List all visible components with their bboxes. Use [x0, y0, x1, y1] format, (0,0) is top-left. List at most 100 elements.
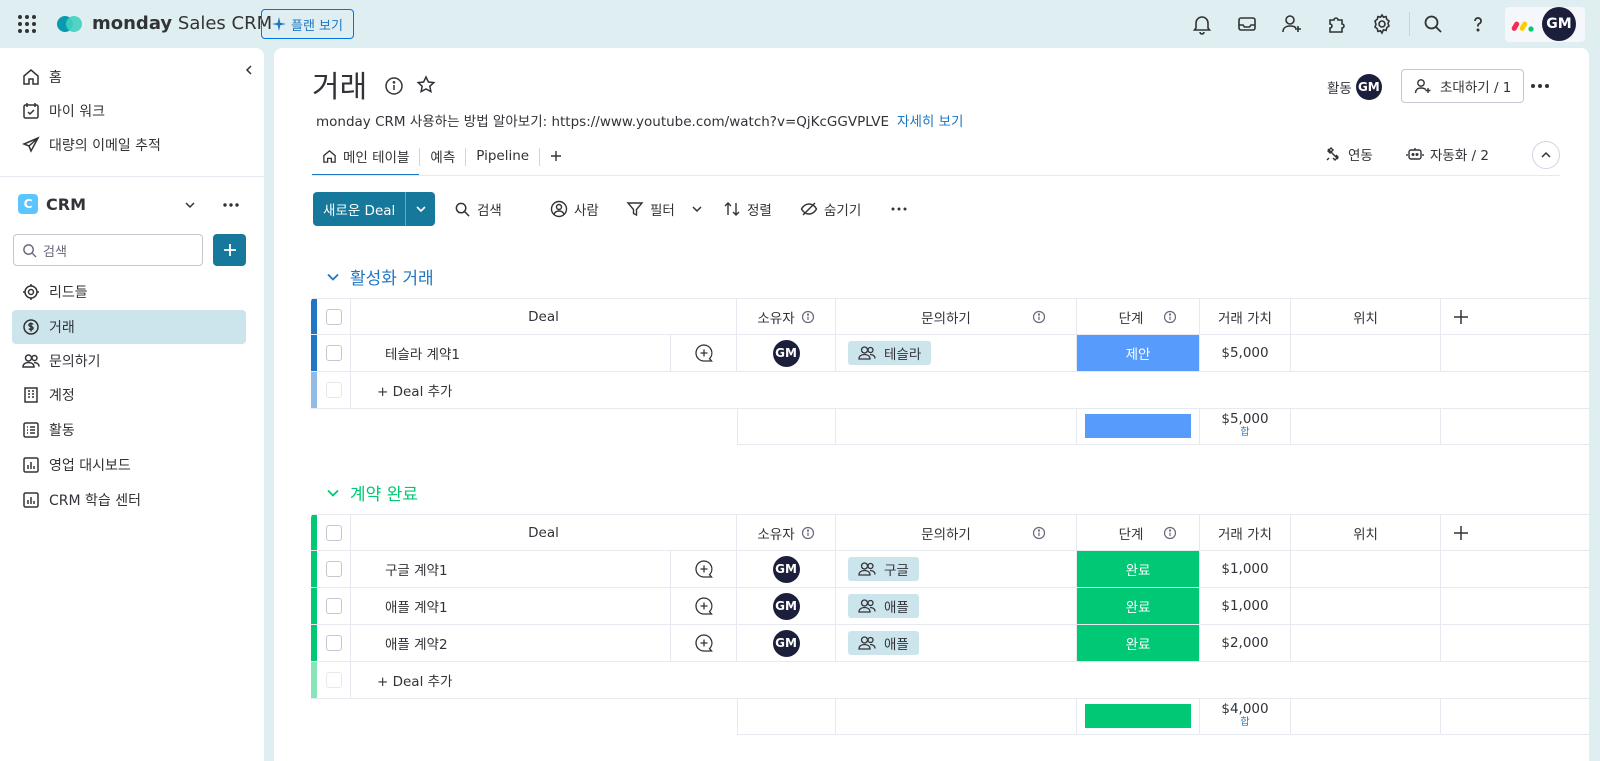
add-deal-row[interactable]: + Deal 추가 [311, 662, 1589, 699]
deal-name-cell[interactable]: 애플 계약1 [351, 588, 671, 624]
toolbar-sort-button[interactable]: 정렬 [723, 197, 772, 221]
add-update-button[interactable] [671, 588, 737, 624]
deal-name-cell[interactable]: 애플 계약2 [351, 625, 671, 661]
value-cell[interactable]: $1,000 [1200, 588, 1291, 624]
stage-cell[interactable]: 완료 [1077, 625, 1200, 661]
stage-cell[interactable]: 완료 [1077, 588, 1200, 624]
value-cell[interactable]: $1,000 [1200, 551, 1291, 587]
settings-gear-icon[interactable] [1370, 12, 1394, 36]
invite-members-icon[interactable] [1280, 12, 1304, 36]
sidebar-item-activities[interactable]: 활동 [12, 413, 246, 447]
column-header-location[interactable]: 위치 [1291, 515, 1441, 551]
sidebar-item-leads[interactable]: 리드들 [12, 275, 246, 309]
apps-puzzle-icon[interactable] [1325, 12, 1349, 36]
page-title[interactable]: 거래 [312, 62, 367, 106]
deal-name-cell[interactable]: 구글 계약1 [351, 551, 671, 587]
sidebar-item-my-work[interactable]: 마이 워크 [12, 94, 246, 128]
collapse-header-button[interactable] [1532, 141, 1560, 169]
contact-cell[interactable]: 애플 [836, 625, 1077, 661]
column-header-contact[interactable]: 문의하기 [836, 515, 1077, 551]
location-cell[interactable] [1291, 625, 1441, 661]
contact-chip[interactable]: 애플 [848, 594, 919, 618]
row-checkbox[interactable] [325, 598, 342, 614]
info-icon[interactable] [1032, 310, 1046, 324]
column-header-owner[interactable]: 소유자 [737, 515, 836, 551]
workspace-more-icon[interactable] [220, 194, 242, 216]
sidebar-search-input[interactable]: 검색 [13, 234, 203, 266]
value-sum-cell[interactable]: $4,000 합 [1200, 698, 1291, 734]
user-avatar[interactable]: GM [1542, 7, 1576, 41]
info-icon[interactable] [801, 526, 815, 540]
invite-button[interactable]: 초대하기 / 1 [1401, 69, 1525, 103]
chevron-down-icon[interactable] [691, 203, 703, 215]
see-plans-button[interactable]: 플랜 보기 [261, 9, 354, 39]
favorite-star-icon[interactable] [416, 75, 436, 95]
table-row[interactable]: 구글 계약1 GM 구글 완료 $1,000 [311, 551, 1589, 588]
integrations-button[interactable]: 연동 [1324, 144, 1373, 164]
board-more-icon[interactable] [1528, 74, 1552, 98]
stage-cell[interactable]: 제안 [1077, 335, 1200, 371]
contact-chip[interactable]: 테슬라 [848, 341, 932, 365]
info-icon[interactable] [384, 76, 404, 96]
add-update-button[interactable] [671, 625, 737, 661]
stage-cell[interactable]: 완료 [1077, 551, 1200, 587]
info-icon[interactable] [1163, 310, 1177, 324]
stage-summary-cell[interactable] [1077, 698, 1200, 734]
workspace-selector[interactable]: C CRM [18, 194, 86, 214]
contact-chip[interactable]: 애플 [848, 631, 919, 655]
add-column-button[interactable] [1441, 515, 1481, 551]
select-all-checkbox[interactable] [325, 309, 342, 325]
column-header-location[interactable]: 위치 [1291, 299, 1441, 335]
group-title[interactable]: 활성화 거래 [350, 264, 434, 289]
column-header-stage[interactable]: 단계 [1077, 515, 1200, 551]
app-logo[interactable]: monday Sales CRM [56, 13, 272, 34]
table-row[interactable]: 애플 계약2 GM 애플 완료 $2,000 [311, 625, 1589, 662]
help-icon[interactable] [1466, 12, 1490, 36]
table-row[interactable]: 테슬라 계약1 GM 테슬라 제안 $5,000 [311, 335, 1589, 372]
toolbar-search-button[interactable]: 검색 [454, 197, 502, 221]
sidebar-item-accounts[interactable]: 계정 [12, 378, 246, 412]
contact-cell[interactable]: 테슬라 [836, 335, 1077, 371]
deal-name-cell[interactable]: 테슬라 계약1 [351, 335, 671, 371]
sidebar-item-deals[interactable]: 거래 [12, 310, 246, 344]
row-checkbox[interactable] [325, 345, 342, 361]
toolbar-more-button[interactable] [890, 197, 908, 221]
add-board-button[interactable] [213, 234, 246, 266]
column-header-value[interactable]: 거래 가치 [1200, 299, 1291, 335]
tab-forecast[interactable]: 예측 [420, 138, 465, 176]
contact-cell[interactable]: 구글 [836, 551, 1077, 587]
add-deal-input[interactable]: + Deal 추가 [377, 372, 452, 408]
see-more-link[interactable]: 자세히 보기 [897, 114, 963, 130]
add-update-button[interactable] [671, 335, 737, 371]
row-checkbox[interactable] [325, 561, 342, 577]
value-cell[interactable]: $2,000 [1200, 625, 1291, 661]
new-deal-button[interactable]: 새로운 Deal [313, 192, 436, 226]
owner-cell[interactable]: GM [737, 335, 836, 371]
owner-cell[interactable]: GM [737, 551, 836, 587]
contact-cell[interactable]: 애플 [836, 588, 1077, 624]
add-deal-input[interactable]: + Deal 추가 [377, 662, 452, 698]
toolbar-person-button[interactable]: 사람 [550, 197, 599, 221]
location-cell[interactable] [1291, 588, 1441, 624]
chevron-down-icon[interactable] [326, 486, 340, 500]
add-view-button[interactable] [540, 138, 572, 176]
inbox-icon[interactable] [1235, 12, 1259, 36]
search-icon[interactable] [1421, 12, 1445, 36]
sidebar-item-mass-email[interactable]: 대량의 이메일 추적 [12, 128, 246, 162]
toolbar-hide-button[interactable]: 숨기기 [800, 197, 861, 221]
contact-chip[interactable]: 구글 [848, 557, 919, 581]
stage-distribution-bar[interactable] [1085, 704, 1191, 728]
app-grid-icon[interactable] [17, 14, 37, 34]
add-update-button[interactable] [671, 551, 737, 587]
stage-distribution-bar[interactable] [1085, 414, 1191, 438]
group-header-closed-deals[interactable]: 계약 완료 [326, 480, 418, 505]
select-all-checkbox[interactable] [325, 525, 342, 541]
column-header-stage[interactable]: 단계 [1077, 299, 1200, 335]
add-deal-row[interactable]: + Deal 추가 [311, 372, 1589, 409]
group-title[interactable]: 계약 완료 [350, 480, 418, 505]
activity-log-button[interactable]: 활동 GM [1327, 74, 1382, 100]
row-checkbox[interactable] [325, 635, 342, 651]
workspace-chevron-down-icon[interactable] [183, 198, 197, 212]
tab-main-table[interactable]: 메인 테이블 [312, 138, 420, 176]
notifications-bell-icon[interactable] [1190, 12, 1214, 36]
